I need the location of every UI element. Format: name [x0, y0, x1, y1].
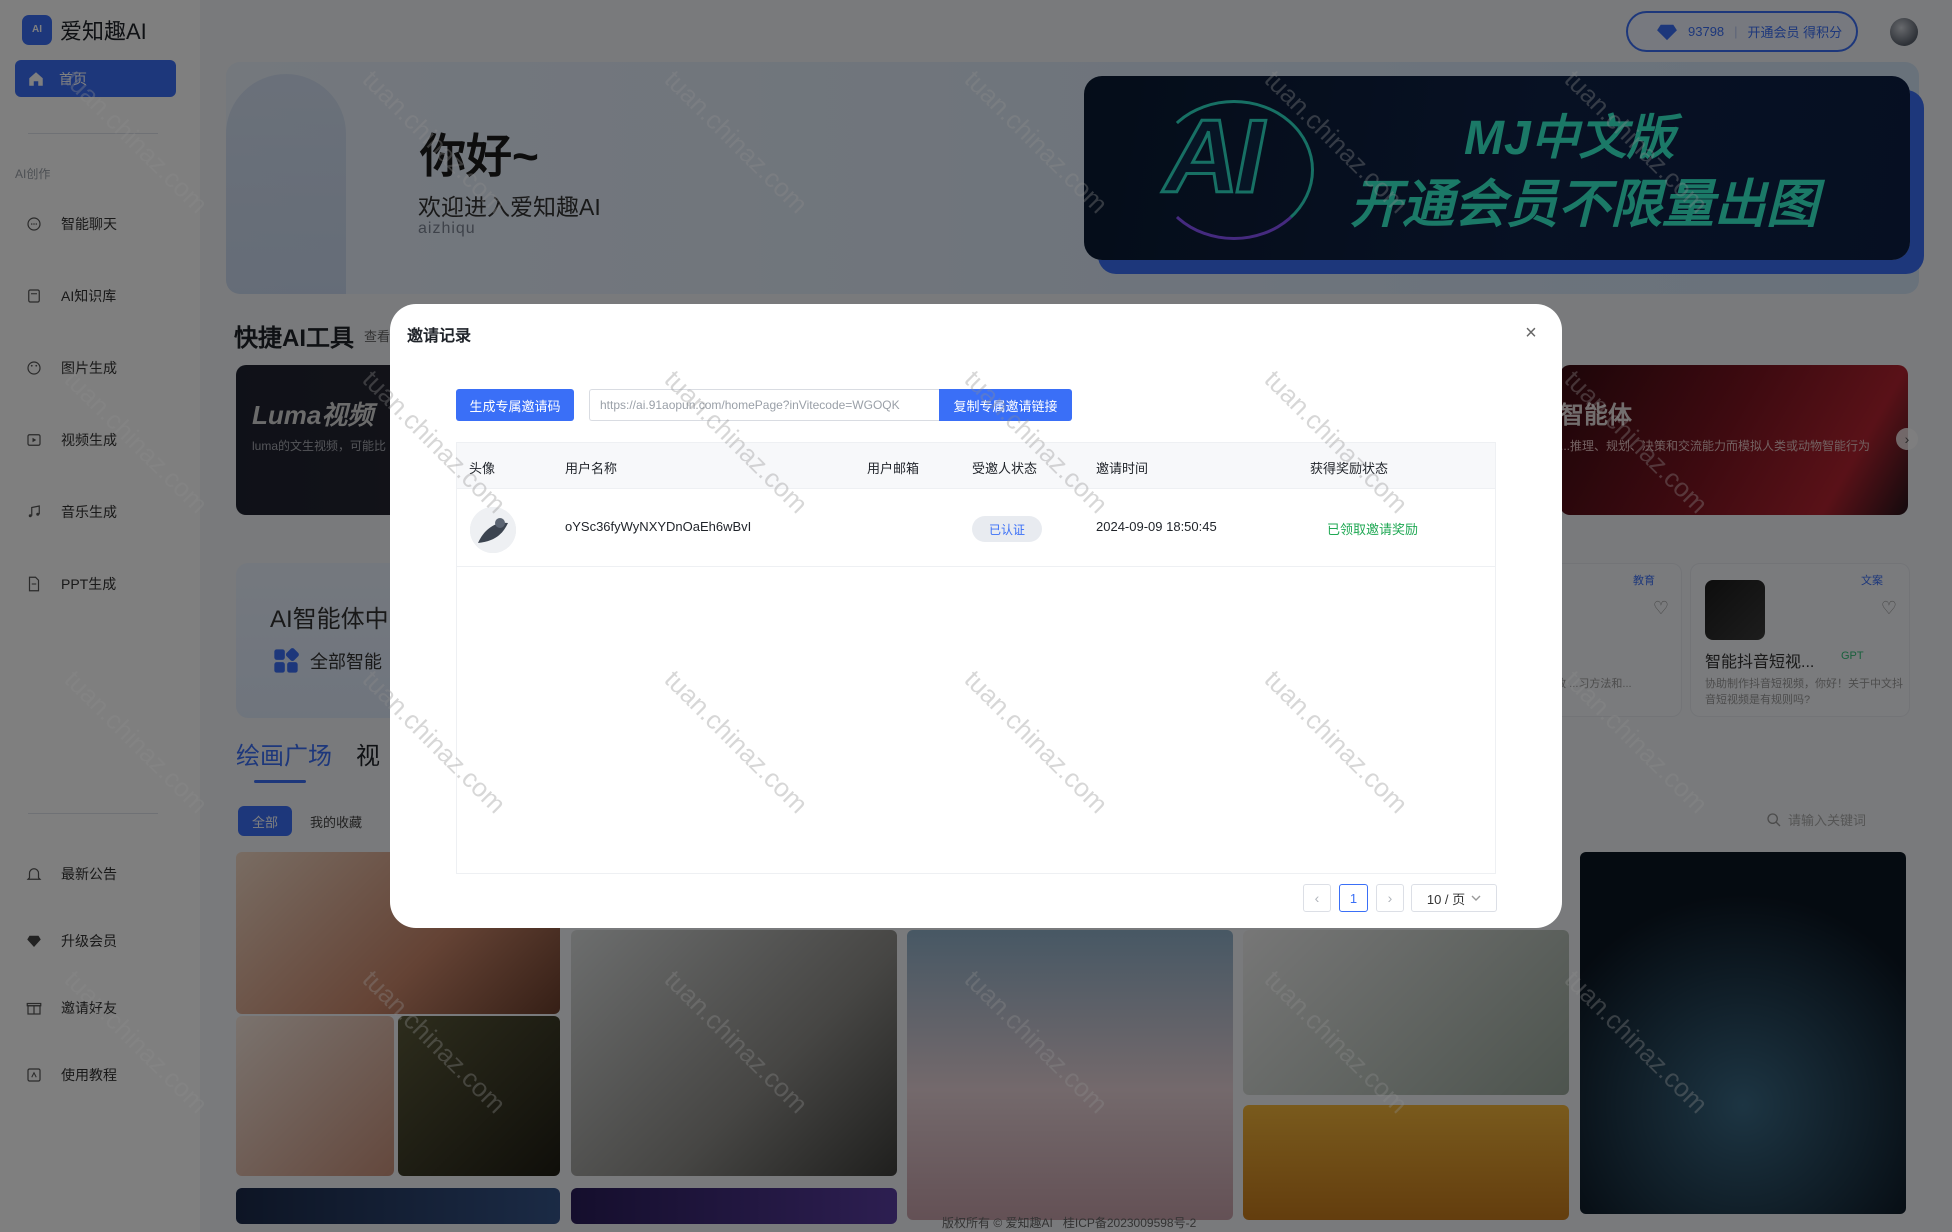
copy-invite-link-button[interactable]: 复制专属邀请链接	[939, 389, 1072, 421]
table-header: 头像 用户名称 用户邮箱 受邀人状态 邀请时间 获得奖励状态	[457, 443, 1495, 489]
avatar	[470, 507, 516, 553]
column-header-avatar: 头像	[469, 461, 496, 476]
pagination-prev-button[interactable]: ‹	[1303, 884, 1331, 912]
cell-time: 2024-09-09 18:50:45	[1096, 519, 1217, 534]
column-header-time: 邀请时间	[1096, 461, 1149, 476]
table-row: oYSc36fyWyNXYDnOaEh6wBvI 已认证 2024-09-09 …	[457, 489, 1495, 567]
close-icon[interactable]: ×	[1522, 323, 1540, 343]
cell-reward: 已领取邀请奖励	[1327, 522, 1419, 537]
status-badge: 已认证	[972, 516, 1042, 542]
page-size-select[interactable]: 10 / 页	[1411, 884, 1497, 912]
avatar-image	[470, 507, 516, 553]
cell-username: oYSc36fyWyNXYDnOaEh6wBvI	[565, 519, 752, 534]
column-header-status: 受邀人状态	[972, 461, 1038, 476]
chevron-down-icon	[1471, 895, 1481, 901]
page-size-value: 10 / 页	[1426, 891, 1466, 907]
modal-title: 邀请记录	[407, 328, 472, 345]
column-header-username: 用户名称	[565, 461, 618, 476]
invite-records-modal: 邀请记录 × 生成专属邀请码 复制专属邀请链接 头像 用户名称 用户邮箱 受邀人…	[390, 304, 1562, 928]
pagination-next-button[interactable]: ›	[1376, 884, 1404, 912]
invite-link-field[interactable]	[589, 389, 940, 421]
generate-invite-code-button[interactable]: 生成专属邀请码	[456, 389, 574, 421]
column-header-email: 用户邮箱	[867, 461, 920, 476]
column-header-reward: 获得奖励状态	[1310, 461, 1389, 476]
pagination-current-page[interactable]: 1	[1339, 884, 1368, 912]
invite-records-table: 头像 用户名称 用户邮箱 受邀人状态 邀请时间 获得奖励状态 oYSc36fyW…	[456, 442, 1496, 874]
